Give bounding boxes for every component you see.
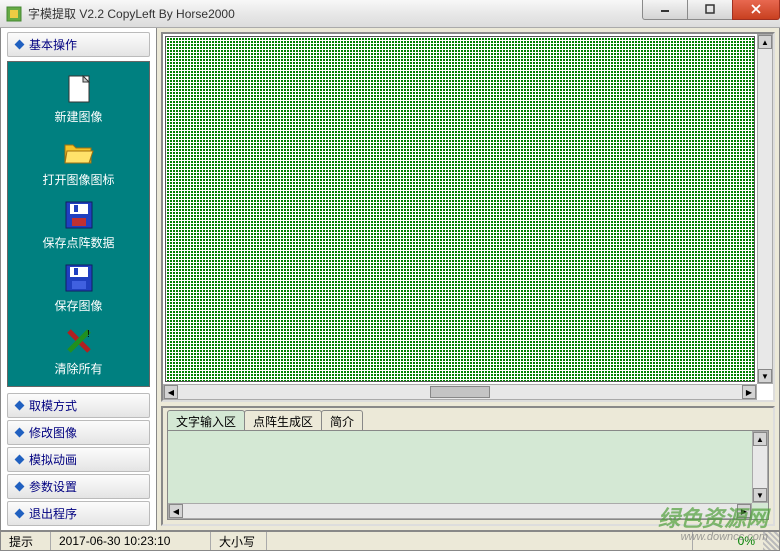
sidebar: 基本操作 新建图像 打开图像图标 保存点阵数据 — [1, 28, 157, 530]
resize-grip[interactable] — [763, 532, 779, 550]
scroll-down-icon[interactable]: ▼ — [758, 369, 772, 383]
status-datetime: 2017-06-30 10:23:10 — [51, 532, 211, 550]
bottom-panel: 文字输入区 点阵生成区 简介 ▲ ▼ ◀ ▶ — [161, 406, 775, 526]
diamond-icon — [15, 455, 25, 465]
maximize-button[interactable] — [687, 0, 733, 20]
svg-text:!: ! — [87, 329, 90, 340]
tool-new-image[interactable]: 新建图像 — [8, 74, 149, 125]
tool-label: 打开图像图标 — [42, 171, 114, 188]
tool-open-image[interactable]: 打开图像图标 — [8, 137, 149, 188]
textarea-vscroll[interactable]: ▲ ▼ — [752, 431, 768, 503]
status-progress — [267, 532, 693, 550]
diamond-icon — [15, 401, 25, 411]
textarea-hscroll[interactable]: ◀ ▶ — [168, 503, 752, 519]
sidebar-group-edit[interactable]: 修改图像 — [7, 420, 150, 445]
sidebar-group-label: 模拟动画 — [29, 451, 77, 468]
status-percent: 0% — [693, 532, 763, 550]
tab-text-input[interactable]: 文字输入区 — [167, 410, 245, 430]
app-icon — [6, 6, 22, 22]
clear-x-icon: ! — [61, 326, 97, 356]
sidebar-group-animate[interactable]: 模拟动画 — [7, 447, 150, 472]
tool-label: 保存图像 — [54, 297, 102, 314]
scroll-up-icon[interactable]: ▲ — [753, 432, 767, 446]
text-input-area[interactable]: ▲ ▼ ◀ ▶ — [167, 430, 769, 520]
status-hint: 提示 — [1, 532, 51, 550]
sidebar-group-label: 退出程序 — [29, 505, 77, 522]
sidebar-group-settings[interactable]: 参数设置 — [7, 474, 150, 499]
titlebar: 字模提取 V2.2 CopyLeft By Horse2000 — [0, 0, 780, 28]
sidebar-group-label: 基本操作 — [29, 36, 77, 53]
sidebar-group-exit[interactable]: 退出程序 — [7, 501, 150, 526]
close-button[interactable] — [732, 0, 780, 20]
right-panel: ▲ ▼ ◀ ▶ 文字输入区 点阵生成区 简介 ▲ ▼ — [157, 28, 779, 530]
tab-label: 点阵生成区 — [253, 415, 313, 429]
save-disk-blue-icon — [61, 263, 97, 293]
tool-save-image[interactable]: 保存图像 — [8, 263, 149, 314]
sidebar-collapsed-groups: 取模方式 修改图像 模拟动画 参数设置 退出程序 — [7, 391, 150, 528]
tab-label: 文字输入区 — [176, 415, 236, 429]
new-file-icon — [61, 74, 97, 104]
tab-about[interactable]: 简介 — [321, 410, 363, 430]
statusbar: 提示 2017-06-30 10:23:10 大小写 0% — [0, 531, 780, 551]
diamond-icon — [15, 509, 25, 519]
sidebar-tool-panel: 新建图像 打开图像图标 保存点阵数据 保存图像 — [7, 61, 150, 387]
diamond-icon — [15, 428, 25, 438]
scroll-right-icon[interactable]: ▶ — [737, 504, 751, 518]
minimize-button[interactable] — [642, 0, 688, 20]
diamond-icon — [15, 482, 25, 492]
canvas-vscroll[interactable]: ▲ ▼ — [757, 34, 773, 384]
tool-label: 清除所有 — [54, 360, 102, 377]
sidebar-group-extract[interactable]: 取模方式 — [7, 393, 150, 418]
pixel-grid-canvas[interactable] — [165, 36, 755, 382]
sidebar-group-label: 修改图像 — [29, 424, 77, 441]
sidebar-group-basic[interactable]: 基本操作 — [7, 32, 150, 57]
tool-clear-all[interactable]: ! 清除所有 — [8, 326, 149, 377]
sidebar-group-label: 参数设置 — [29, 478, 77, 495]
tab-label: 简介 — [330, 415, 354, 429]
tool-label: 保存点阵数据 — [42, 234, 114, 251]
window-controls — [643, 0, 780, 20]
canvas-hscroll[interactable]: ◀ ▶ — [163, 384, 757, 400]
scroll-left-icon[interactable]: ◀ — [169, 504, 183, 518]
scroll-up-icon[interactable]: ▲ — [758, 35, 772, 49]
tab-matrix-output[interactable]: 点阵生成区 — [244, 410, 322, 430]
status-caps: 大小写 — [211, 532, 267, 550]
save-disk-red-icon — [61, 200, 97, 230]
tool-save-matrix[interactable]: 保存点阵数据 — [8, 200, 149, 251]
window-title: 字模提取 V2.2 CopyLeft By Horse2000 — [28, 5, 643, 22]
bottom-tabs: 文字输入区 点阵生成区 简介 — [163, 408, 773, 430]
scroll-down-icon[interactable]: ▼ — [753, 488, 767, 502]
scroll-left-icon[interactable]: ◀ — [164, 385, 178, 399]
diamond-icon — [15, 40, 25, 50]
canvas-area: ▲ ▼ ◀ ▶ — [161, 32, 775, 402]
sidebar-group-label: 取模方式 — [29, 397, 77, 414]
tool-label: 新建图像 — [54, 108, 102, 125]
scroll-thumb[interactable] — [430, 386, 490, 398]
open-folder-icon — [61, 137, 97, 167]
scroll-right-icon[interactable]: ▶ — [742, 385, 756, 399]
